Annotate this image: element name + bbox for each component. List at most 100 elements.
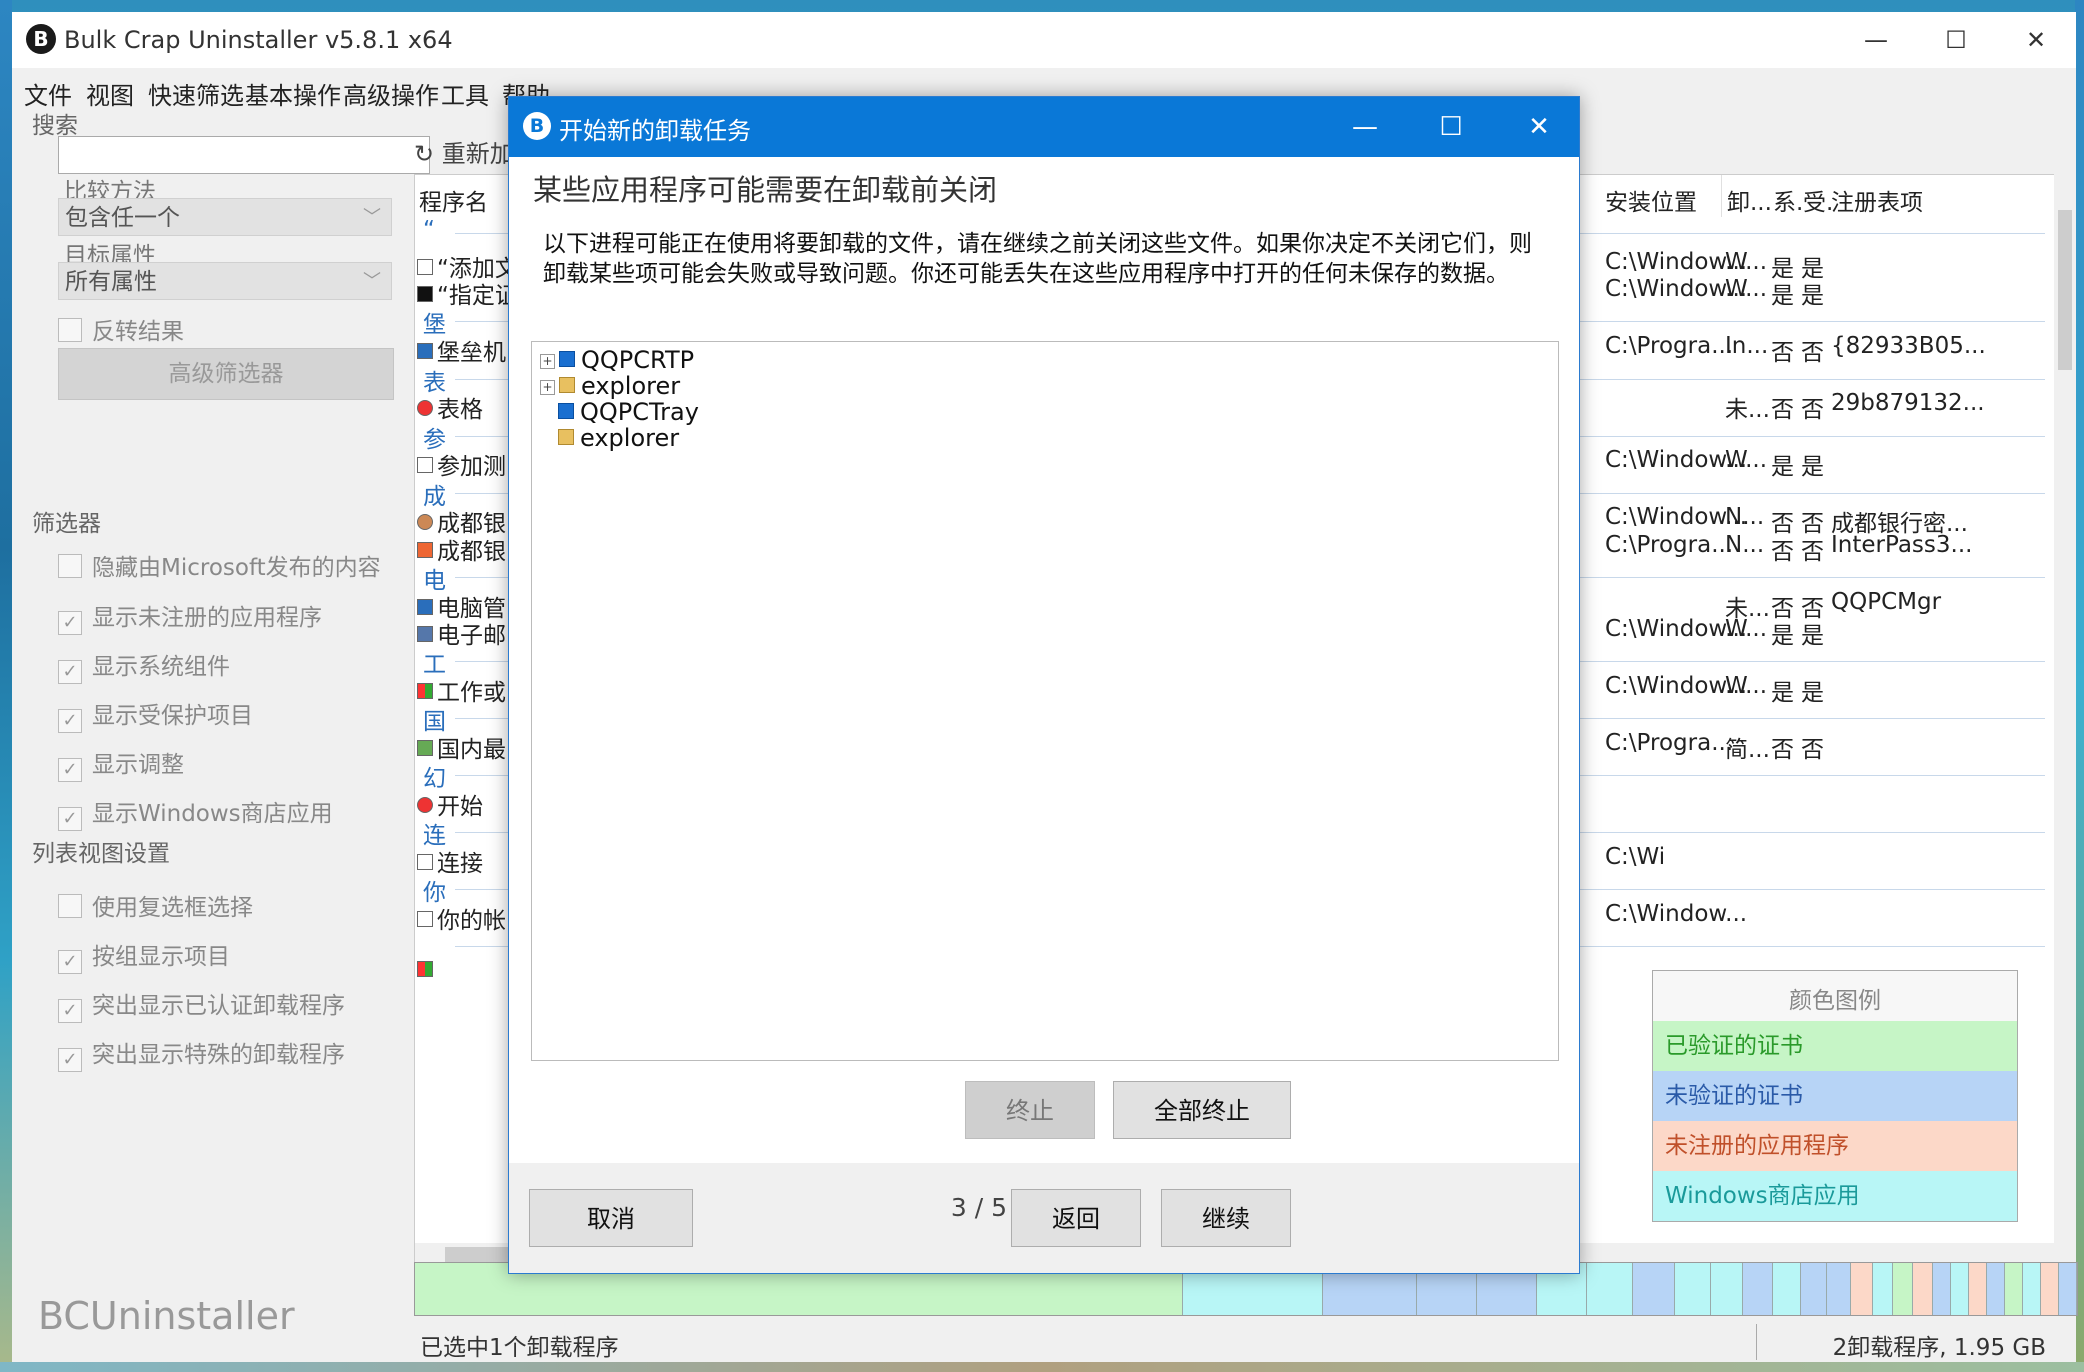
treemap-block[interactable] [1873,1263,1893,1315]
table-row[interactable]: 参加测 [417,447,506,481]
target-property-select[interactable]: 所有属性 ﹀ [58,262,392,300]
expand-icon[interactable]: + [540,354,555,369]
filter-label: 显示Windows商店应用 [92,801,333,827]
app-icon [417,683,433,699]
filter-show-tweaks[interactable]: ✓ 显示调整 [58,745,184,782]
cell-uninstaller: In... [1725,333,1769,359]
treemap-block[interactable] [2023,1263,2041,1315]
treemap-block[interactable] [1801,1263,1827,1315]
kill-button[interactable]: 终止 [965,1081,1095,1139]
column-header-system[interactable]: 系. [1773,183,1803,217]
invert-results-checkbox[interactable]: 反转结果 [58,312,184,346]
treemap-block[interactable] [1987,1263,2005,1315]
cell-system: 否 [1771,340,1794,366]
treemap-block[interactable] [2059,1263,2077,1315]
expand-icon[interactable]: + [540,380,555,395]
cell-registry: {82933B05... [1831,333,1986,359]
cell-system: 是 [1771,454,1794,480]
vertical-scrollbar[interactable] [2054,174,2076,1266]
treemap-block[interactable] [1951,1263,1969,1315]
dialog-close-button[interactable]: ✕ [1509,107,1569,147]
column-header-uninstaller[interactable]: 卸... [1727,183,1772,217]
compare-method-select[interactable]: 包含任一个 ﹀ [58,198,392,236]
checkmark-icon: ✓ [58,709,82,733]
treemap-block[interactable] [1743,1263,1773,1315]
column-header-protected[interactable]: 受. [1803,183,1833,217]
cell-location: C:\Progra... [1605,532,1734,558]
process-tree[interactable]: + QQPCRTP + explorer QQPCTray explorer [531,341,1559,1061]
checkmark-icon: ✓ [58,807,82,831]
dialog-footer: 取消 3 / 5 返回 继续 [509,1163,1579,1273]
treemap-block[interactable] [2041,1263,2059,1315]
treemap-block[interactable] [2005,1263,2023,1315]
row-name: 堡垒机 [437,340,506,366]
filter-show-system[interactable]: ✓ 显示系统组件 [58,647,230,684]
table-row[interactable]: 堡垒机 [417,333,506,367]
app-icon [417,400,433,416]
column-header-name[interactable]: 程序名 [419,183,488,217]
reload-button[interactable]: ↻ 重新加 [414,134,514,169]
brand-label: BCUninstaller [38,1294,295,1338]
treemap-block[interactable] [1851,1263,1873,1315]
menu-advanced-ops[interactable]: 高级操作 [343,76,439,111]
process-item[interactable]: + QQPCRTP [540,346,694,374]
menu-tools[interactable]: 工具 [441,76,489,111]
listview-group-items[interactable]: ✓ 按组显示项目 [58,937,230,974]
desktop-background-bottom [0,1362,2084,1372]
dialog-title-bar[interactable]: B 开始新的卸载任务 — ☐ ✕ [509,97,1579,157]
treemap-block[interactable] [1587,1263,1633,1315]
filter-show-unregistered[interactable]: ✓ 显示未注册的应用程序 [58,598,322,635]
continue-button[interactable]: 继续 [1161,1189,1291,1247]
column-header-location[interactable]: 安装位置 [1605,183,1697,217]
close-button[interactable]: ✕ [2006,20,2066,60]
listview-highlight-certified[interactable]: ✓ 突出显示已认证卸载程序 [58,986,345,1023]
target-property-value: 所有属性 [65,269,157,295]
treemap-block[interactable] [1893,1263,1913,1315]
search-group-label: 搜索 [32,113,78,139]
table-row[interactable]: 表格 [417,390,483,424]
process-item[interactable]: QQPCTray [558,398,699,426]
dialog-heading: 某些应用程序可能需要在卸载前关闭 [533,173,998,207]
vertical-scroll-thumb[interactable] [2058,210,2072,370]
menu-quick-filter[interactable]: 快速筛选 [148,76,244,111]
process-item[interactable]: + explorer [540,372,680,400]
minimize-button[interactable]: — [1846,20,1906,60]
treemap-block[interactable] [1773,1263,1801,1315]
advanced-filter-button[interactable]: 高级筛选器 [58,348,394,400]
kill-all-button[interactable]: 全部终止 [1113,1081,1291,1139]
listview-use-checkboxes[interactable]: 使用复选框选择 [58,888,253,922]
cell-uninstaller: W... [1725,673,1768,699]
process-item[interactable]: explorer [558,424,679,452]
treemap-block[interactable] [1827,1263,1851,1315]
table-row[interactable] [417,958,437,984]
shield-icon [558,403,574,419]
listview-highlight-special[interactable]: ✓ 突出显示特殊的卸载程序 [58,1035,345,1072]
column-header-registry[interactable]: 注册表项 [1831,183,1923,217]
row-name: 参加测 [437,454,506,480]
treemap-block[interactable] [1711,1263,1743,1315]
filter-show-protected[interactable]: ✓ 显示受保护项目 [58,696,253,733]
color-legend: 颜色图例 已验证的证书 未验证的证书 未注册的应用程序 Windows商店应用 [1652,970,2018,1222]
title-bar[interactable]: B Bulk Crap Uninstaller v5.8.1 x64 — ☐ ✕ [12,12,2076,68]
filter-show-store-apps[interactable]: ✓ 显示Windows商店应用 [58,794,333,831]
treemap-block[interactable] [1675,1263,1711,1315]
treemap-block[interactable] [1913,1263,1933,1315]
checkmark-icon: ✓ [58,999,82,1023]
table-row[interactable]: 你的帐 [417,901,506,935]
treemap-block[interactable] [1633,1263,1675,1315]
back-button[interactable]: 返回 [1011,1189,1141,1247]
cancel-button[interactable]: 取消 [529,1189,693,1247]
cell-uninstaller: W... [1725,616,1768,642]
dialog-maximize-button[interactable]: ☐ [1421,107,1481,147]
menu-basic-ops[interactable]: 基本操作 [245,76,341,111]
filter-hide-microsoft[interactable]: 隐藏由Microsoft发布的内容 [58,548,381,582]
treemap-block[interactable] [1969,1263,1987,1315]
menu-view[interactable]: 视图 [86,76,134,111]
dialog-minimize-button[interactable]: — [1335,107,1395,147]
maximize-button[interactable]: ☐ [1926,20,1986,60]
filter-label: 显示受保护项目 [92,703,253,729]
process-name: explorer [581,372,681,400]
dialog-logo-icon: B [523,112,551,140]
treemap-block[interactable] [1933,1263,1951,1315]
search-input[interactable] [58,136,430,174]
